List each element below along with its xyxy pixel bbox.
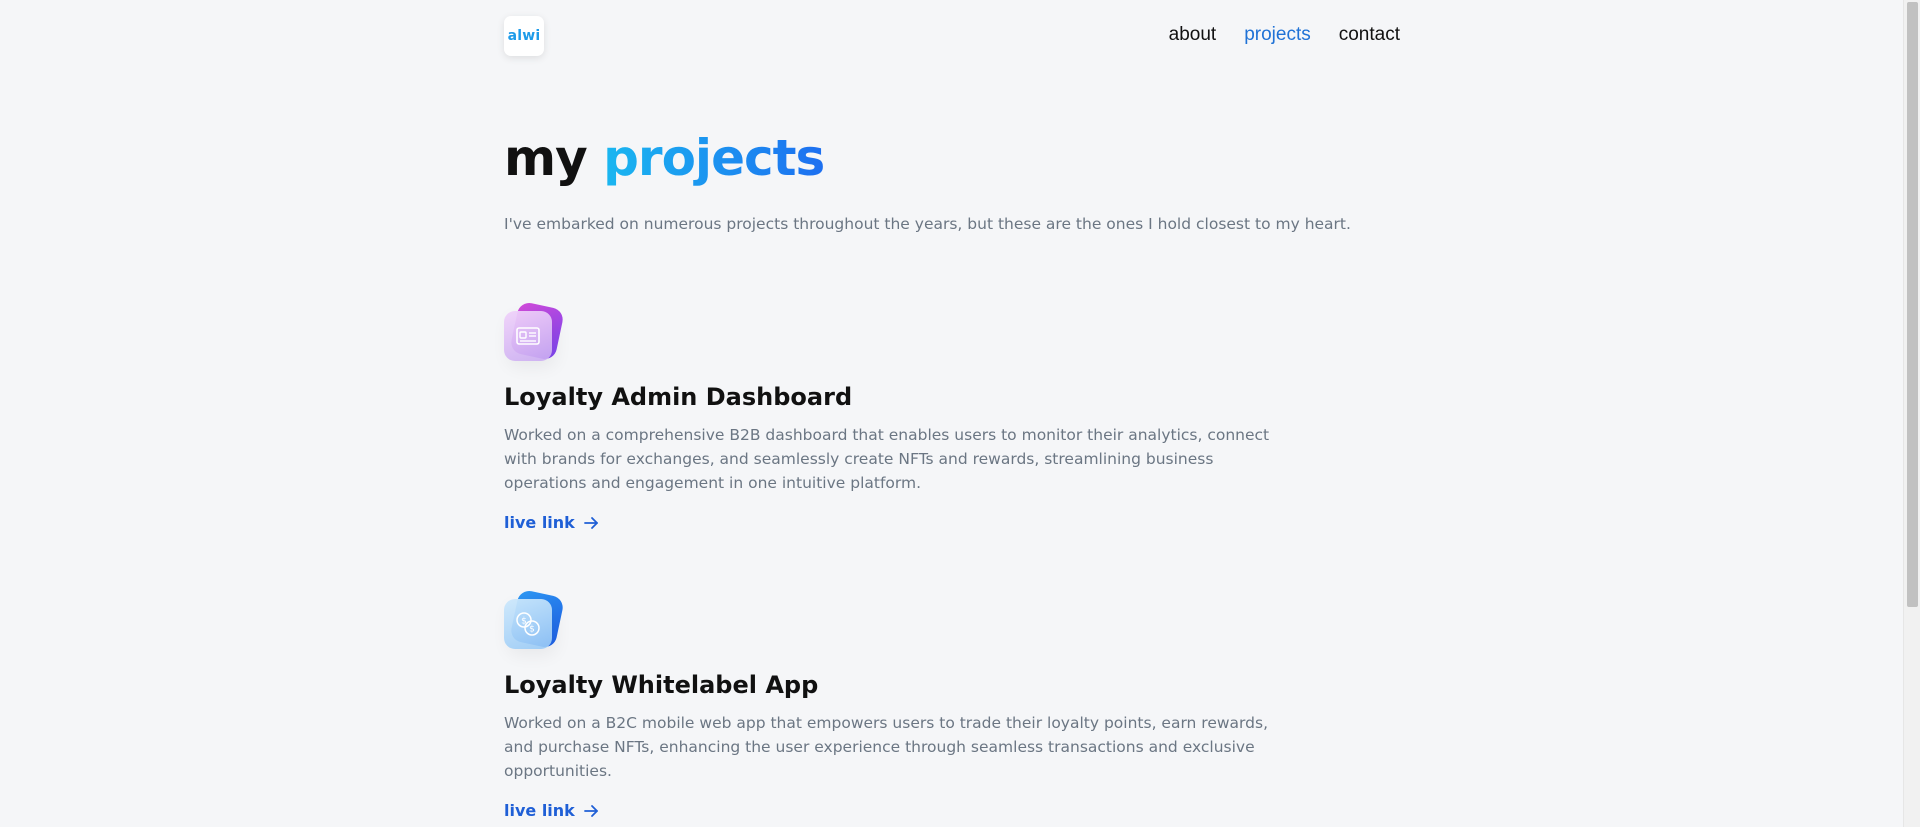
arrow-right-icon — [583, 516, 598, 529]
project-title: Loyalty Whitelabel App — [504, 671, 819, 699]
project-card: Loyalty Admin Dashboard Worked on a comp… — [504, 300, 1304, 532]
logo[interactable]: alwi — [504, 16, 544, 56]
dashboard-card-icon — [504, 300, 565, 363]
live-link[interactable]: live link — [504, 801, 599, 820]
coins-swap-icon: $ $ — [516, 612, 540, 636]
project-card: $ $ Loyalty Whitelabel App Worked on a B… — [504, 588, 1304, 820]
svg-text:$: $ — [521, 617, 527, 627]
currency-exchange-icon: $ $ — [504, 588, 565, 651]
nav-contact[interactable]: contact — [1339, 24, 1400, 46]
icon-front-shape: $ $ — [504, 599, 552, 649]
project-title: Loyalty Admin Dashboard — [504, 383, 853, 411]
icon-front-shape — [504, 311, 552, 361]
page-title-accent: projects — [603, 129, 825, 187]
project-description: Worked on a comprehensive B2B dashboard … — [504, 426, 1270, 492]
live-link-label: live link — [504, 801, 575, 820]
arrow-right-icon — [583, 804, 598, 817]
project-description: Worked on a B2C mobile web app that empo… — [504, 714, 1268, 780]
page-title: my projects — [504, 126, 825, 190]
main-nav: about projects contact — [1169, 24, 1400, 46]
live-link[interactable]: live link — [504, 513, 599, 532]
nav-about[interactable]: about — [1169, 24, 1217, 46]
vertical-scrollbar[interactable] — [1903, 0, 1920, 827]
page: alwi about projects contact my projects … — [0, 0, 1920, 827]
page-title-prefix: my — [504, 129, 588, 187]
site-header: alwi about projects contact — [504, 0, 1400, 72]
nav-projects[interactable]: projects — [1244, 24, 1311, 46]
svg-text:$: $ — [529, 625, 535, 635]
live-link-label: live link — [504, 513, 575, 532]
scrollbar-thumb[interactable] — [1907, 2, 1918, 607]
intro-text: I've embarked on numerous projects throu… — [504, 215, 1351, 233]
id-card-icon — [516, 327, 540, 345]
main-container: alwi about projects contact my projects … — [504, 0, 1400, 820]
